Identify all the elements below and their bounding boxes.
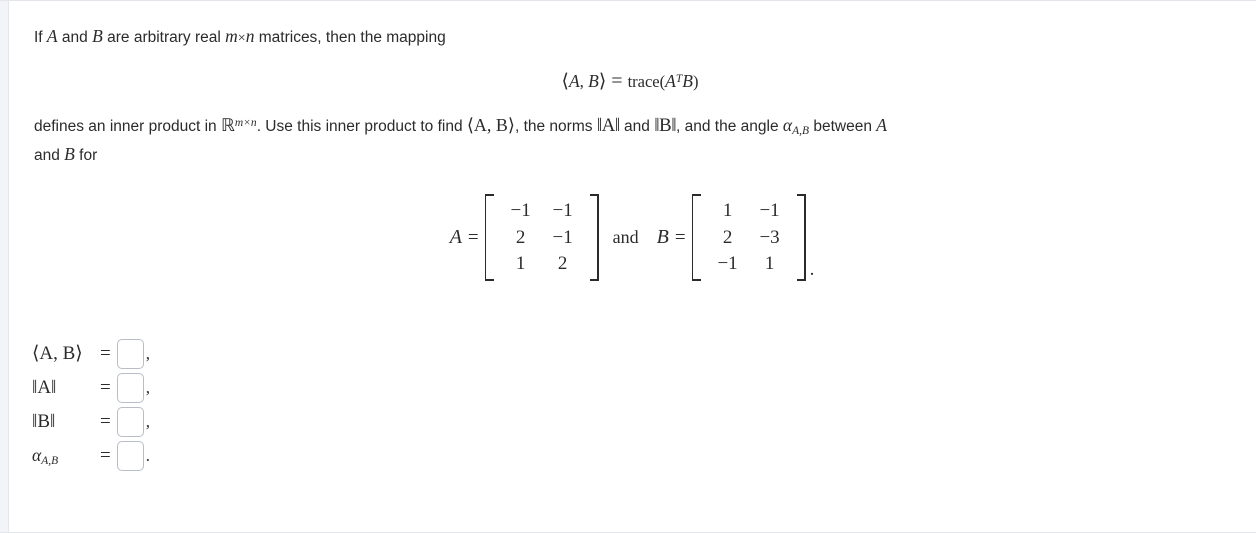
body-mid4: , and the angle: [676, 118, 783, 136]
matrix-a-equals: =: [467, 226, 479, 248]
answer-input-3[interactable]: [116, 406, 144, 437]
disp-equals: =: [611, 70, 623, 93]
trace-a: A: [665, 71, 676, 92]
matrix-b-label: B: [656, 226, 669, 249]
body-norm-b: ‖B‖: [654, 115, 677, 137]
matrix-a: −1 −1 2 −1 1 2: [484, 194, 599, 281]
real-space-exponent: m×n: [234, 116, 257, 129]
answer-punctuation: ,: [145, 377, 150, 397]
body-mid2: , the norms: [514, 118, 597, 136]
answer-label-symbol: α: [32, 444, 42, 465]
body-pre: defines an inner product in: [34, 118, 221, 136]
answer-label-subscript: A,B: [41, 455, 59, 468]
intro-m: m: [225, 26, 238, 46]
body-alpha: α: [782, 115, 793, 136]
answer-equals: =: [100, 444, 111, 466]
matrix-cell: 2: [722, 226, 733, 248]
inner-product-definition: ⟨A, B⟩ = trace(ATB): [34, 70, 1226, 93]
answer-equals: =: [100, 342, 111, 364]
answer-equals: =: [100, 410, 111, 432]
matrix-cell: −1: [717, 252, 738, 274]
matrix-cell: 1: [764, 252, 775, 274]
angle-open: ⟨: [561, 71, 569, 93]
intro-and: and: [57, 29, 93, 46]
trace-b: B: [682, 71, 693, 92]
matrix-b: 1 −1 2 −3 −1 1: [691, 194, 806, 281]
disp-a: A: [568, 71, 580, 92]
body-a2: A: [876, 115, 887, 136]
intro-post: matrices, then the mapping: [254, 29, 446, 46]
body-norm-a: ‖A‖: [596, 115, 620, 137]
matrix-b-equals: =: [674, 226, 686, 248]
body-alpha-subscript: A,B: [792, 125, 810, 138]
trace-close: ): [692, 72, 699, 92]
answer-equals: =: [100, 376, 111, 398]
body-b2: B: [64, 144, 75, 165]
answer-input-2[interactable]: [116, 372, 144, 403]
disp-b: B: [588, 71, 599, 92]
answer-input-1[interactable]: [116, 338, 144, 369]
answer-punctuation: ,: [145, 411, 150, 431]
matrix-a-right-bracket: [589, 194, 599, 281]
trace-open: trace(: [627, 72, 666, 92]
answer-row: αA,B =.: [32, 439, 1226, 473]
body-mid3: and: [619, 118, 655, 136]
answer-label: ‖A‖: [32, 376, 57, 398]
disp-comma: ,: [579, 72, 589, 92]
matrix-cell: 1: [515, 252, 526, 274]
matrix-cell: −3: [759, 226, 780, 248]
answer-input-4[interactable]: [116, 440, 144, 471]
matrix-cell: −1: [552, 226, 573, 248]
answer-row: ‖A‖ =,: [32, 371, 1226, 405]
left-rail: [0, 1, 9, 532]
matrix-cell: −1: [552, 200, 573, 222]
real-space-symbol: ℝ: [220, 115, 235, 136]
matrix-b-left-bracket: [691, 194, 701, 281]
matrix-definitions: A = −1 −1 2 −1 1 2 and B = 1 −1 2 −3 −1 1 .: [34, 194, 1226, 281]
body-mid: . Use this inner product to find: [256, 118, 467, 136]
body-line2: and: [34, 147, 65, 165]
problem-statement-line-2: defines an inner product in ℝm×n. Use th…: [34, 111, 1226, 168]
intro-times: ×: [237, 31, 246, 46]
intro-mid: are arbitrary real: [102, 29, 226, 46]
answer-punctuation: .: [145, 445, 150, 465]
conjunction-and: and: [612, 227, 639, 248]
answer-row: ‖B‖ =,: [32, 405, 1226, 439]
intro-pre: If: [34, 29, 47, 46]
answer-label: ⟨A, B⟩: [32, 343, 83, 365]
answer-punctuation: ,: [145, 343, 150, 363]
matrix-cell: −1: [510, 200, 531, 222]
problem-content: If A and B are arbitrary real m×n matric…: [32, 23, 1226, 473]
matrix-a-left-bracket: [484, 194, 494, 281]
matrix-cell: 1: [722, 200, 733, 222]
matrix-period: .: [809, 258, 815, 280]
problem-statement-line-1: If A and B are arbitrary real m×n matric…: [34, 23, 1226, 50]
intro-matrix-a: A: [46, 26, 58, 46]
answer-label: αA,B: [32, 445, 98, 467]
matrix-cell: 2: [557, 252, 568, 274]
body-inner-product: ⟨A, B⟩: [466, 115, 515, 136]
matrix-cell: −1: [759, 200, 780, 222]
matrix-b-right-bracket: [796, 194, 806, 281]
matrix-a-label: A: [449, 226, 462, 249]
intro-matrix-b: B: [92, 26, 103, 46]
body-line2-end: for: [74, 147, 98, 165]
answer-row: ⟨A, B⟩ =,: [32, 337, 1226, 371]
answer-fields: ⟨A, B⟩ =, ‖A‖ =, ‖B‖ =, αA,B =.: [32, 337, 1226, 473]
body-mid5: between: [809, 118, 877, 136]
answer-label: ‖B‖: [32, 410, 56, 432]
problem-page: If A and B are arbitrary real m×n matric…: [0, 0, 1256, 533]
matrix-a-grid: −1 −1 2 −1 1 2: [494, 194, 590, 281]
matrix-cell: 2: [515, 226, 526, 248]
matrix-b-grid: 1 −1 2 −3 −1 1: [701, 194, 797, 281]
